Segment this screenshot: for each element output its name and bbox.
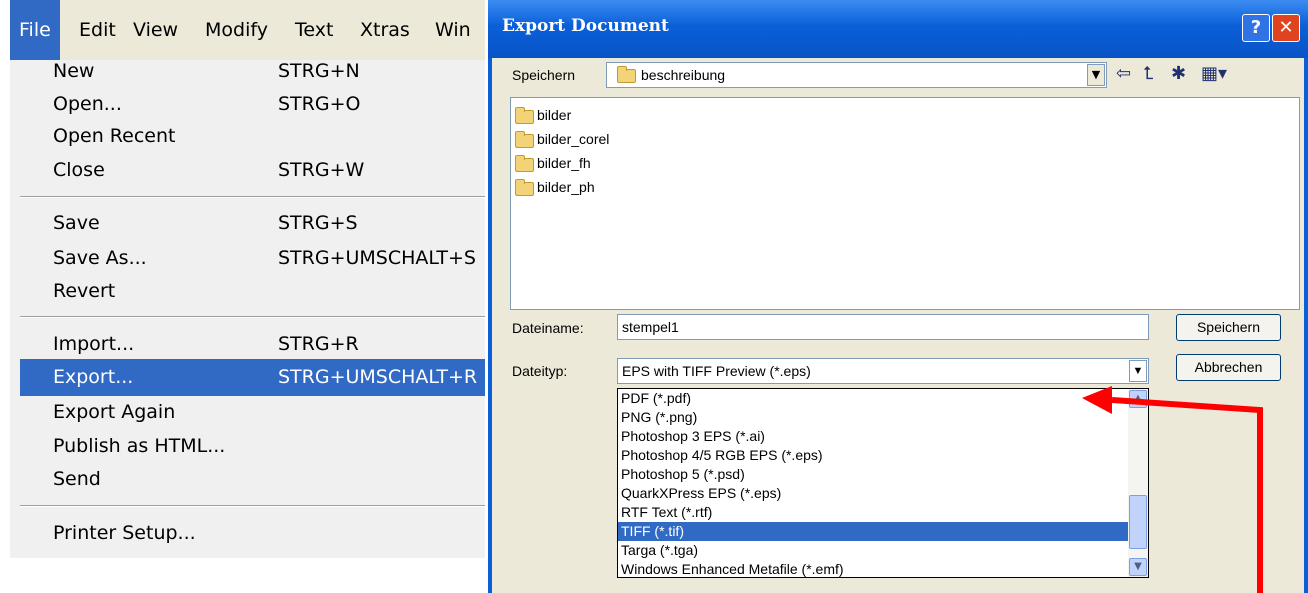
filetype-value: EPS with TIFF Preview (*.eps)	[622, 363, 811, 379]
menu-bar: File Edit View Modify Text Xtras Win	[10, 0, 485, 60]
save-in-label: Speichern	[512, 67, 576, 83]
filetype-options-list[interactable]: PDF (*.pdf) PNG (*.png) Photoshop 3 EPS …	[617, 388, 1149, 578]
save-in-dropdown[interactable]: beschreibung ▼	[606, 62, 1107, 88]
folder-icon	[515, 179, 534, 196]
filetype-option[interactable]: Photoshop 4/5 RGB EPS (*.eps)	[618, 446, 1128, 465]
menu-separator	[20, 316, 485, 318]
menu-item-shortcut: STRG+R	[278, 333, 359, 355]
filename-input[interactable]: stempel1	[617, 314, 1149, 340]
menu-item-export[interactable]: Export... STRG+UMSCHALT+R	[20, 359, 485, 396]
menu-item-shortcut: STRG+UMSCHALT+R	[278, 366, 478, 388]
menu-item-label: New	[53, 60, 95, 82]
file-menu-panel: File Edit View Modify Text Xtras Win New…	[10, 0, 485, 558]
file-name: bilder_corel	[537, 131, 610, 147]
save-button[interactable]: Speichern	[1176, 314, 1281, 341]
close-icon[interactable]: ✕	[1272, 14, 1300, 42]
menu-text[interactable]: Text	[286, 0, 342, 60]
filetype-option[interactable]: PDF (*.pdf)	[618, 389, 1128, 408]
menu-item-publish-html[interactable]: Publish as HTML...	[20, 428, 485, 465]
save-in-value: beschreibung	[641, 67, 726, 83]
menu-item-label: Send	[53, 468, 101, 490]
back-arrow-icon[interactable]: ⇦	[1116, 64, 1131, 84]
filetype-option[interactable]: Windows Enhanced Metafile (*.emf)	[618, 560, 1128, 577]
menu-item-shortcut: STRG+W	[278, 159, 365, 181]
filetype-option[interactable]: PNG (*.png)	[618, 408, 1128, 427]
menu-window[interactable]: Win	[426, 0, 480, 60]
filename-label: Dateiname:	[512, 320, 584, 336]
menu-file[interactable]: File	[10, 0, 60, 60]
menu-separator	[20, 505, 485, 507]
view-menu-icon[interactable]: ▦▾	[1201, 64, 1227, 84]
file-list[interactable]: bilder bilder_corel bilder_fh bilder_ph	[510, 97, 1300, 310]
menu-item-label: Import...	[53, 333, 135, 355]
folder-icon	[515, 131, 534, 148]
menu-item-open-recent[interactable]: Open Recent	[20, 118, 485, 155]
filetype-option[interactable]: RTF Text (*.rtf)	[618, 503, 1128, 522]
menu-item-label: Revert	[53, 280, 116, 302]
filetype-option[interactable]: Photoshop 3 EPS (*.ai)	[618, 427, 1128, 446]
menu-view[interactable]: View	[124, 0, 187, 60]
chevron-down-icon[interactable]: ▼	[1129, 558, 1147, 576]
menu-item-export-again[interactable]: Export Again	[20, 394, 485, 431]
chevron-down-icon[interactable]: ▼	[1087, 64, 1105, 86]
up-folder-icon[interactable]: ⮤	[1143, 64, 1154, 84]
file-name: bilder_ph	[537, 179, 595, 195]
menu-item-save[interactable]: Save STRG+S	[20, 205, 485, 242]
cancel-button[interactable]: Abbrechen	[1176, 354, 1281, 381]
menu-item-label: Export...	[53, 366, 134, 388]
chevron-down-icon[interactable]: ▼	[1129, 360, 1147, 382]
new-folder-icon[interactable]: ✱	[1171, 64, 1186, 84]
help-icon[interactable]: ?	[1242, 14, 1270, 42]
menu-item-shortcut: STRG+S	[278, 212, 358, 234]
menu-item-import[interactable]: Import... STRG+R	[20, 326, 485, 363]
menu-item-close[interactable]: Close STRG+W	[20, 152, 485, 189]
filetype-option[interactable]: Targa (*.tga)	[618, 541, 1128, 560]
filetype-option-selected[interactable]: TIFF (*.tif)	[618, 522, 1128, 541]
menu-modify[interactable]: Modify	[196, 0, 277, 60]
filetype-option[interactable]: QuarkXPress EPS (*.eps)	[618, 484, 1128, 503]
file-name: bilder_fh	[537, 155, 591, 171]
folder-icon	[515, 155, 534, 172]
menu-edit[interactable]: Edit	[70, 0, 125, 60]
dialog-title-bar[interactable]: Export Document ? ✕	[488, 0, 1308, 58]
vertical-scrollbar[interactable]: ▲ ▼	[1128, 389, 1148, 577]
folder-icon	[617, 66, 636, 83]
menu-item-label: Export Again	[53, 401, 176, 423]
menu-separator	[20, 196, 485, 198]
menu-item-shortcut: STRG+UMSCHALT+S	[278, 247, 476, 269]
dialog-body: Speichern beschreibung ▼ ⇦ ⮤ ✱ ▦▾ bilder…	[492, 58, 1304, 593]
scrollbar-thumb[interactable]	[1129, 495, 1147, 549]
menu-xtras[interactable]: Xtras	[351, 0, 419, 60]
menu-item-printer-setup[interactable]: Printer Setup...	[20, 515, 485, 552]
menu-item-revert[interactable]: Revert	[20, 273, 485, 310]
folder-icon	[515, 107, 534, 124]
scroll-up-icon[interactable]: ▲	[1129, 390, 1147, 408]
menu-item-send[interactable]: Send	[20, 461, 485, 498]
filetype-dropdown[interactable]: EPS with TIFF Preview (*.eps) ▼	[617, 358, 1149, 384]
filetype-label: Dateityp:	[512, 363, 568, 379]
file-name: bilder	[537, 107, 572, 123]
menu-item-new[interactable]: New STRG+N	[20, 53, 485, 90]
export-dialog: Export Document ? ✕ Speichern beschreibu…	[488, 0, 1308, 593]
menu-item-shortcut: STRG+N	[278, 60, 360, 82]
menu-item-label: Printer Setup...	[53, 522, 196, 544]
menu-item-save-as[interactable]: Save As... STRG+UMSCHALT+S	[20, 240, 485, 277]
menu-item-label: Open Recent	[53, 125, 176, 147]
filetype-option[interactable]: Photoshop 5 (*.psd)	[618, 465, 1128, 484]
menu-item-label: Close	[53, 159, 105, 181]
menu-item-label: Save	[53, 212, 100, 234]
menu-item-label: Save As...	[53, 247, 147, 269]
menu-item-label: Publish as HTML...	[53, 435, 226, 457]
dialog-title: Export Document	[502, 16, 669, 36]
